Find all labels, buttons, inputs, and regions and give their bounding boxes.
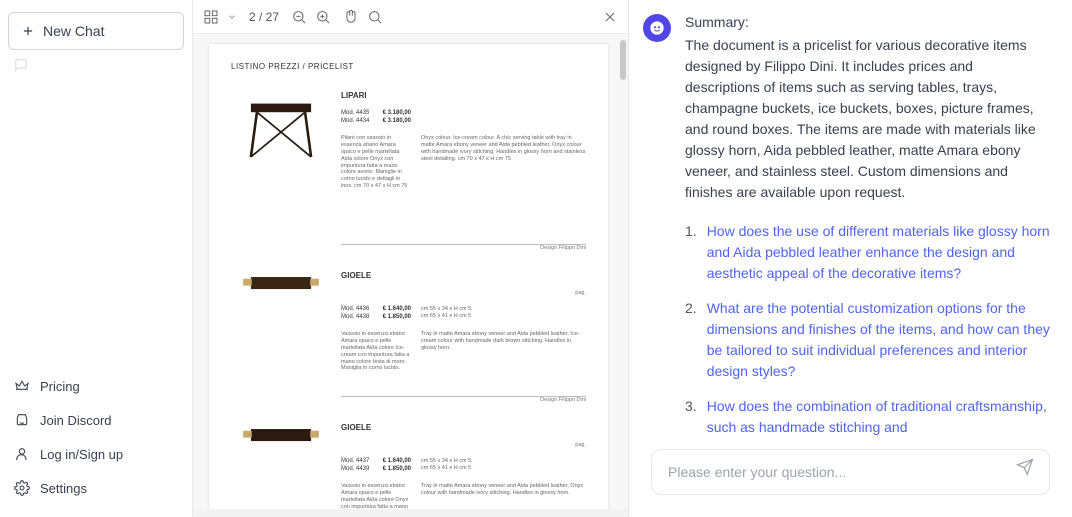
product-block: Design Filippo Dini GIOELE pag. Mod. 4437€ … (231, 388, 586, 517)
horizontal-scrollbar[interactable] (193, 509, 628, 517)
product-dims: cm 55 x 34 x H cm 5cm 65 x 41 x H cm 5 (421, 306, 586, 321)
product-models: Mod. 4436€ 1.640,00Mod. 4438€ 1.850,00 (341, 306, 411, 321)
hand-pan-icon[interactable] (343, 9, 359, 25)
discord-icon (14, 412, 30, 428)
bot-icon (649, 20, 665, 36)
pricelist-title: LISTINO PREZZI / PRICELIST (231, 62, 586, 71)
product-name: GIOELE (341, 271, 586, 280)
suggested-question-link[interactable]: How does the use of different materials … (707, 221, 1050, 284)
sidebar-item-login[interactable]: Log in/Sign up (8, 437, 184, 471)
close-icon[interactable] (602, 9, 618, 25)
bot-avatar (643, 14, 671, 42)
chat-history-item[interactable] (8, 50, 184, 80)
suggested-question-link[interactable]: What are the potential customization opt… (707, 298, 1050, 382)
product-block: Design Filippo Dini GIOELE pag. Mod. 4436€ … (231, 236, 586, 388)
zoom-out-icon[interactable] (291, 9, 307, 25)
product-models: Mod. 4435€ 3.180,00Mod. 4434€ 3.180,00 (341, 110, 411, 125)
sidebar-item-label: Join Discord (40, 413, 112, 428)
summary-text: The document is a pricelist for various … (685, 35, 1050, 203)
product-desc-it: Vassoio in essenza ebano Amara opaco e p… (341, 331, 411, 372)
sidebar-item-label: Settings (40, 481, 87, 496)
product-desc-en: Onyx colour. Ice-cream colour. A chic se… (421, 135, 586, 190)
user-icon (14, 446, 30, 462)
summary-label: Summary: (685, 12, 1050, 33)
suggested-question[interactable]: How does the use of different materials … (685, 221, 1050, 284)
chat-icon (14, 58, 28, 72)
plus-icon (21, 24, 35, 38)
product-desc-en: Tray in matte Amara ebony veneer and Aid… (421, 331, 586, 372)
product-models: Mod. 4437€ 1.640,00Mod. 4439€ 1.850,00 (341, 458, 411, 473)
doc-toolbar: 2 / 27 (193, 0, 628, 34)
chat-input-placeholder: Please enter your question... (668, 464, 846, 480)
product-designer: Design Filippo Dini (341, 245, 586, 261)
doc-viewport[interactable]: LISTINO PREZZI / PRICELIST LIPARI Mod. 44… (193, 34, 628, 517)
send-button[interactable] (1016, 458, 1034, 481)
vertical-scrollbar[interactable] (618, 38, 626, 513)
new-chat-label: New Chat (43, 23, 104, 39)
product-image (231, 396, 331, 472)
sidebar-item-label: Pricing (40, 379, 80, 394)
sidebar-item-pricing[interactable]: Pricing (8, 369, 184, 403)
product-dims (421, 110, 586, 125)
suggested-questions: How does the use of different materials … (685, 221, 1050, 438)
zoom-in-icon[interactable] (315, 9, 331, 25)
product-name: GIOELE (341, 423, 586, 432)
chat-messages: Summary: The document is a pricelist for… (629, 0, 1072, 439)
sidebar: New Chat Pricing Join Discord Log in/Sig… (0, 0, 193, 517)
chevron-down-icon[interactable] (227, 12, 237, 22)
gear-icon (14, 480, 30, 496)
chat-pane: Summary: The document is a pricelist for… (629, 0, 1072, 517)
suggested-question-link[interactable]: How does the combination of traditional … (707, 396, 1050, 438)
new-chat-button[interactable]: New Chat (8, 12, 184, 50)
page-indicator: 2 / 27 (249, 10, 279, 24)
product-name: LIPARI (341, 91, 586, 100)
scrollbar-thumb[interactable] (620, 40, 626, 80)
product-image (231, 244, 331, 320)
suggested-question[interactable]: What are the potential customization opt… (685, 298, 1050, 382)
product-desc-it: Pliant con vassoio in essenza ebano Amar… (341, 135, 411, 190)
document-pane: 2 / 27 LISTINO PREZZI / PRICELIST LIPARI… (193, 0, 629, 517)
sidebar-item-label: Log in/Sign up (40, 447, 123, 462)
sidebar-item-discord[interactable]: Join Discord (8, 403, 184, 437)
product-pageref: pag. (341, 442, 586, 448)
thumbnail-grid-icon[interactable] (203, 9, 219, 25)
product-dims: cm 55 x 34 x H cm 5cm 65 x 41 x H cm 5 (421, 458, 586, 473)
product-designer: Design Filippo Dini (341, 397, 586, 413)
product-pageref: pag. (341, 290, 586, 296)
chat-input[interactable]: Please enter your question... (651, 449, 1050, 495)
doc-page: LISTINO PREZZI / PRICELIST LIPARI Mod. 44… (209, 44, 608, 517)
product-image (231, 91, 331, 167)
search-icon[interactable] (367, 9, 383, 25)
suggested-question[interactable]: How does the combination of traditional … (685, 396, 1050, 438)
crown-icon (14, 378, 30, 394)
product-block: LIPARI Mod. 4435€ 3.180,00Mod. 4434€ 3.18… (231, 83, 586, 236)
sidebar-item-settings[interactable]: Settings (8, 471, 184, 505)
send-icon (1016, 458, 1034, 476)
